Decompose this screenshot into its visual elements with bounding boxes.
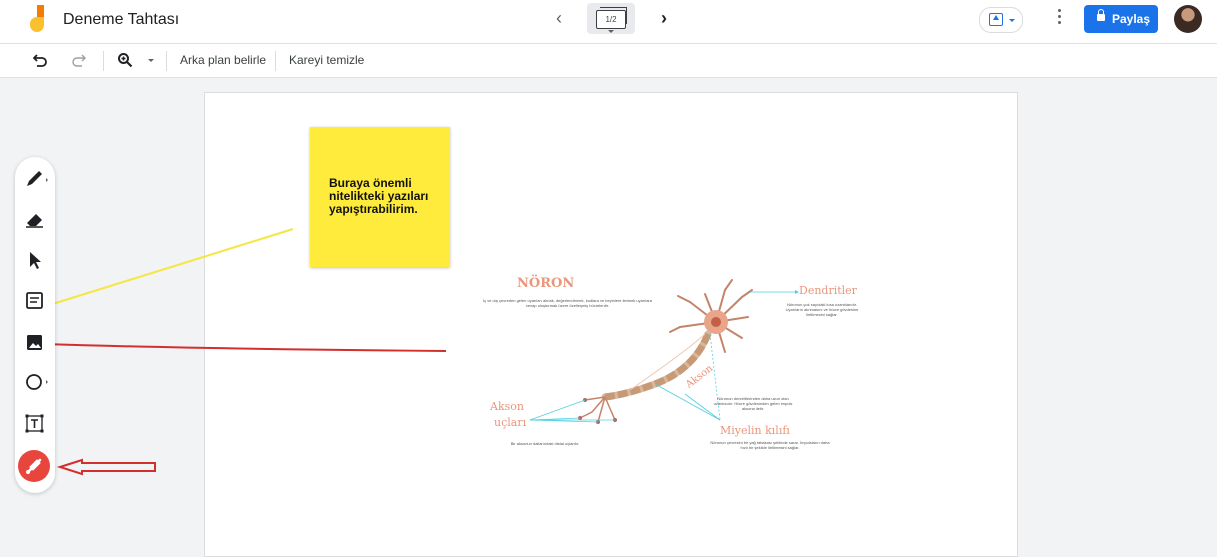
laser-icon bbox=[26, 458, 42, 474]
red-annotation-arrow bbox=[56, 458, 156, 476]
shape-icon[interactable] bbox=[15, 367, 55, 397]
text-box-icon[interactable] bbox=[15, 408, 55, 438]
annotation-layer bbox=[42, 228, 447, 476]
image-icon[interactable] bbox=[15, 327, 55, 357]
yellow-annotation-line bbox=[42, 228, 294, 308]
eraser-icon[interactable] bbox=[15, 204, 55, 234]
laser-button[interactable] bbox=[18, 450, 50, 482]
tool-sidebar bbox=[15, 157, 55, 493]
red-annotation-line bbox=[43, 343, 447, 352]
sticky-note-icon[interactable] bbox=[15, 285, 55, 315]
select-icon[interactable] bbox=[15, 245, 55, 275]
pen-icon[interactable] bbox=[15, 163, 55, 193]
